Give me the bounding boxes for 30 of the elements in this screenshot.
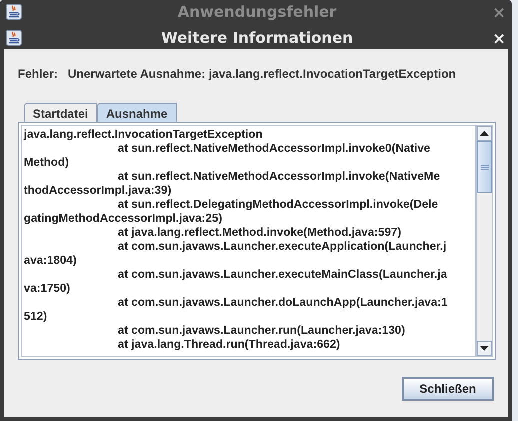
coffee-cup-icon: [6, 30, 22, 46]
scroll-up-icon[interactable]: [477, 126, 492, 141]
tab[interactable]: Ausnahme: [97, 103, 177, 123]
trace-line: java.lang.reflect.InvocationTargetException: [24, 128, 264, 142]
window-title: Anwendungsfehler: [176, 3, 338, 21]
close-button[interactable]: Schließen: [402, 376, 494, 400]
scroll-down-icon[interactable]: [477, 341, 492, 356]
trace-line: at com.sun.javaws.Launcher.executeApplication(Launcher.j: [117, 240, 448, 254]
scrollbar[interactable]: [476, 125, 493, 357]
trace-line: gatingMethodAccessorImpl.java:25): [24, 212, 224, 226]
trace-line: va:1750): [24, 282, 72, 296]
tab[interactable]: Startdatei: [24, 103, 98, 123]
trace-line: at com.sun.javaws.Launcher.run(Launcher.java:130): [117, 324, 406, 338]
trace-line: at java.lang.Thread.run(Thread.java:662): [117, 338, 342, 352]
coffee-cup-icon: [6, 4, 22, 20]
trace-line: at sun.reflect.DelegatingMethodAccessorImpl.invoke(Dele: [117, 198, 440, 212]
trace-line: at sun.reflect.NativeMethodAccessorImpl.invoke0(Native: [117, 142, 432, 156]
trace-line: at sun.reflect.NativeMethodAccessorImpl.invoke(NativeMe: [117, 170, 442, 184]
trace-line: at com.sun.javaws.Launcher.doLaunchApp(Launcher.java:1: [117, 296, 449, 310]
trace-line: at java.lang.reflect.Method.invoke(Method.java:597): [117, 226, 402, 240]
trace-line: thodAccessorImpl.java:39): [24, 184, 173, 198]
trace-line: 512): [24, 310, 48, 324]
trace-line: at com.sun.javaws.Launcher.executeMainClass(Launcher.ja: [117, 268, 448, 282]
scroll-thumb[interactable]: [477, 141, 492, 193]
trace-line: ava:1804): [24, 254, 78, 268]
close-icon[interactable]: ×: [492, 28, 506, 48]
error-label: Fehler:: [18, 67, 58, 81]
dialog-title: Weitere Informationen: [160, 29, 354, 47]
trace-line: Method): [24, 156, 70, 170]
error-message: Unerwartete Ausnahme: java.lang.reflect.InvocationTargetException: [68, 67, 456, 81]
